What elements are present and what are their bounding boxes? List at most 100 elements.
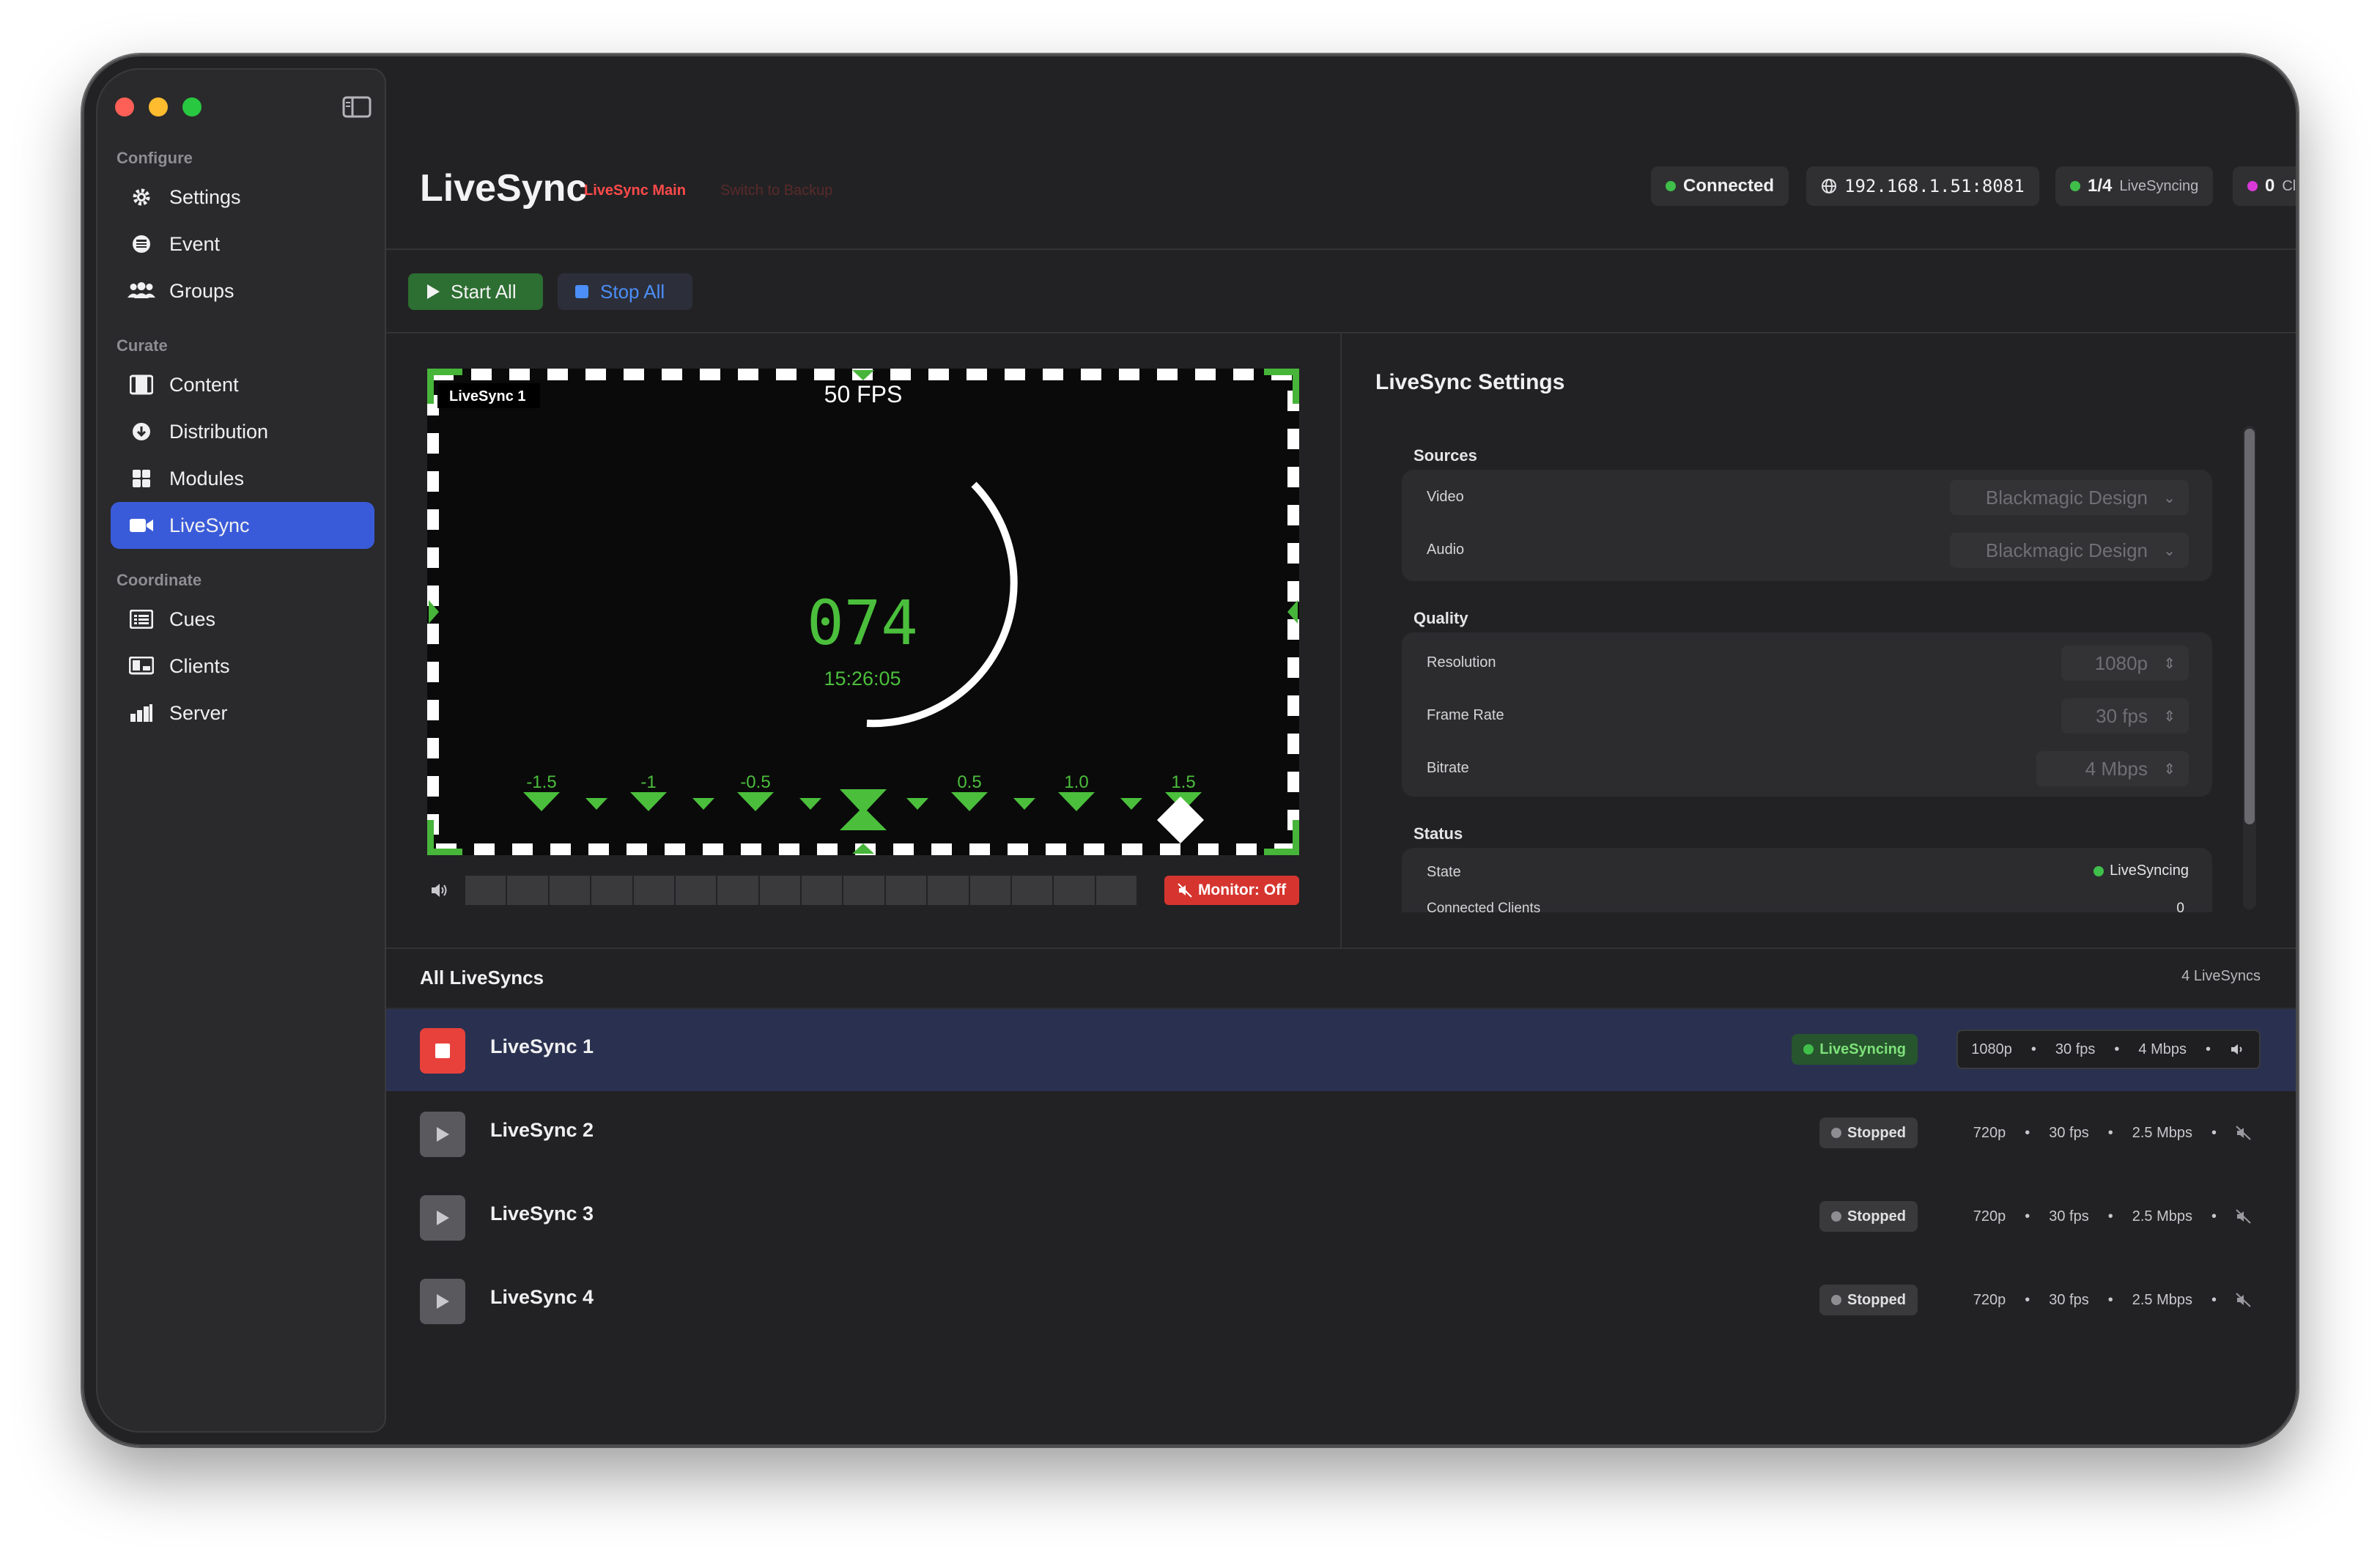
- status-dot-icon: [1831, 1211, 1841, 1222]
- start-livesync-button[interactable]: [420, 1279, 465, 1324]
- sidebar-item-distribution[interactable]: Distribution: [111, 408, 374, 455]
- status-dot-icon: [1666, 181, 1676, 191]
- sidebar-item-label: Distribution: [169, 420, 269, 443]
- speaker-muted-icon[interactable]: [2236, 1126, 2252, 1140]
- status-badge: Stopped: [1819, 1285, 1918, 1315]
- livesync-specs: 1080p • 30 fps • 4 Mbps •: [1956, 1030, 2261, 1069]
- livesync-count-text: 1/4: [2088, 176, 2113, 196]
- sidebar-item-label: Settings: [169, 185, 241, 208]
- livesync-name: LiveSync 2: [490, 1119, 594, 1141]
- speaker-icon[interactable]: [430, 882, 449, 899]
- sources-heading: Sources: [1413, 446, 1477, 465]
- monitor-toggle-button[interactable]: Monitor: Off: [1164, 876, 1299, 905]
- livesync-name: LiveSync 4: [490, 1286, 594, 1308]
- spec-resolution: 720p: [1973, 1124, 2006, 1141]
- livesync-specs: 720p • 30 fps • 2.5 Mbps •: [1973, 1280, 2252, 1320]
- video-source-select[interactable]: Blackmagic Design ⌄: [1950, 480, 2189, 515]
- spec-resolution: 720p: [1973, 1291, 2006, 1308]
- status-group: State LiveSyncing Connected Clients 0: [1402, 848, 2212, 916]
- status-text: Stopped: [1847, 1208, 1906, 1225]
- sidebar-item-livesync[interactable]: LiveSync: [111, 502, 374, 549]
- connected-clients-label: Connected Clients: [1427, 901, 1541, 916]
- connected-clients-value: 0: [2176, 901, 2184, 916]
- speaker-muted-icon[interactable]: [2236, 1293, 2252, 1307]
- sidebar: Configure Settings Event Groups Curate C…: [96, 68, 386, 1433]
- status-dot-icon: [1831, 1295, 1841, 1305]
- status-dot-icon: [1803, 1044, 1814, 1054]
- server-address-badge[interactable]: 192.168.1.51:8081: [1806, 166, 2039, 206]
- framerate-stepper[interactable]: 30 fps ⇕: [2061, 698, 2189, 734]
- clients-count-badge: 0 Clients: [2233, 166, 2298, 206]
- play-icon: [426, 284, 440, 300]
- sidebar-item-cues[interactable]: Cues: [111, 596, 374, 643]
- status-badge: Stopped: [1819, 1118, 1918, 1148]
- livesync-name: LiveSync 3: [490, 1203, 594, 1225]
- chevron-down-icon: ⌄: [2163, 490, 2176, 506]
- clients-count-label: Clients: [2282, 177, 2298, 194]
- start-livesync-button[interactable]: [420, 1195, 465, 1241]
- spec-framerate: 30 fps: [2049, 1124, 2089, 1141]
- status-text: Stopped: [1847, 1124, 1906, 1141]
- sidebar-item-label: Cues: [169, 607, 216, 630]
- speaker-muted-icon[interactable]: [2236, 1209, 2252, 1224]
- audio-monitor-row: Monitor: Off: [430, 876, 1299, 905]
- fps-readout: 50 FPS: [824, 381, 903, 407]
- quality-heading: Quality: [1413, 609, 1468, 627]
- sidebar-item-clients[interactable]: Clients: [111, 643, 374, 690]
- timecode: 15:26:05: [824, 668, 901, 690]
- app-window: Configure Settings Event Groups Curate C…: [82, 54, 2298, 1447]
- list-item[interactable]: LiveSync 4 Stopped 720p • 30 fps • 2.5 Mbp…: [386, 1260, 2296, 1342]
- audio-source-value: Blackmagic Design: [1985, 539, 2148, 561]
- spec-resolution: 1080p: [1971, 1041, 2012, 1057]
- list-count: 4 LiveSyncs: [2181, 968, 2261, 984]
- switch-to-backup-button[interactable]: Switch to Backup: [720, 182, 832, 199]
- gear-icon: [127, 185, 156, 210]
- page-title: LiveSync: [420, 167, 588, 210]
- list-item[interactable]: LiveSync 2 Stopped 720p • 30 fps • 2.5 Mbp…: [386, 1093, 2296, 1175]
- resolution-stepper[interactable]: 1080p ⇕: [2061, 646, 2189, 681]
- up-down-chevron-icon: ⇕: [2163, 656, 2176, 672]
- tick-label: -0.5: [740, 772, 770, 792]
- tick-label: -1.5: [526, 772, 556, 792]
- spec-bitrate: 4 Mbps: [2138, 1041, 2187, 1057]
- minimize-window-button[interactable]: [149, 97, 168, 117]
- sidebar-item-groups[interactable]: Groups: [111, 267, 374, 314]
- list-item[interactable]: LiveSync 3 Stopped 720p • 30 fps • 2.5 Mbp…: [386, 1176, 2296, 1258]
- film-icon: [127, 372, 156, 397]
- framerate-value: 30 fps: [2096, 704, 2148, 727]
- audio-label: Audio: [1427, 542, 1465, 558]
- play-icon: [437, 1294, 449, 1309]
- livesync-preview: LiveSync 1 50 FPS 074 15:26:05 -1.5 -1 -…: [424, 365, 1303, 859]
- sidebar-item-label: Modules: [169, 467, 245, 490]
- sidebar-item-event[interactable]: Event: [111, 221, 374, 267]
- sidebar-item-content[interactable]: Content: [111, 361, 374, 408]
- start-livesync-button[interactable]: [420, 1112, 465, 1157]
- divider: [1340, 333, 1342, 948]
- start-all-button[interactable]: Start All: [408, 273, 543, 310]
- framerate-label: Frame Rate: [1427, 707, 1504, 723]
- state-label: State: [1427, 864, 1461, 880]
- sidebar-item-settings[interactable]: Settings: [111, 174, 374, 221]
- sidebar-item-modules[interactable]: Modules: [111, 455, 374, 502]
- state-value: LiveSyncing: [2093, 863, 2189, 879]
- zoom-window-button[interactable]: [182, 97, 202, 117]
- speaker-icon[interactable]: [2230, 1042, 2246, 1057]
- stop-all-button[interactable]: Stop All: [558, 273, 692, 310]
- settings-scrollbar[interactable]: [2243, 426, 2256, 909]
- close-window-button[interactable]: [115, 97, 134, 117]
- audio-source-select[interactable]: Blackmagic Design ⌄: [1950, 533, 2189, 568]
- stop-livesync-button[interactable]: [420, 1028, 465, 1074]
- spec-framerate: 30 fps: [2055, 1041, 2096, 1057]
- bitrate-value: 4 Mbps: [2085, 757, 2148, 780]
- list-item[interactable]: LiveSync 1 LiveSyncing 1080p • 30 fps • 4 …: [386, 1009, 2296, 1091]
- list-icon: [127, 607, 156, 632]
- chevron-down-icon: ⌄: [2163, 543, 2176, 559]
- sidebar-toggle-icon[interactable]: [342, 96, 372, 118]
- bitrate-stepper[interactable]: 4 Mbps ⇕: [2036, 751, 2189, 786]
- window-controls: [115, 97, 202, 117]
- livesync-name: LiveSync 1: [490, 1035, 594, 1057]
- quality-group: Resolution 1080p ⇕ Frame Rate 30 fps ⇕ B…: [1402, 632, 2212, 797]
- spec-resolution: 720p: [1973, 1208, 2006, 1225]
- settings-title: LiveSync Settings: [1375, 370, 1565, 394]
- sidebar-item-server[interactable]: Server: [111, 690, 374, 736]
